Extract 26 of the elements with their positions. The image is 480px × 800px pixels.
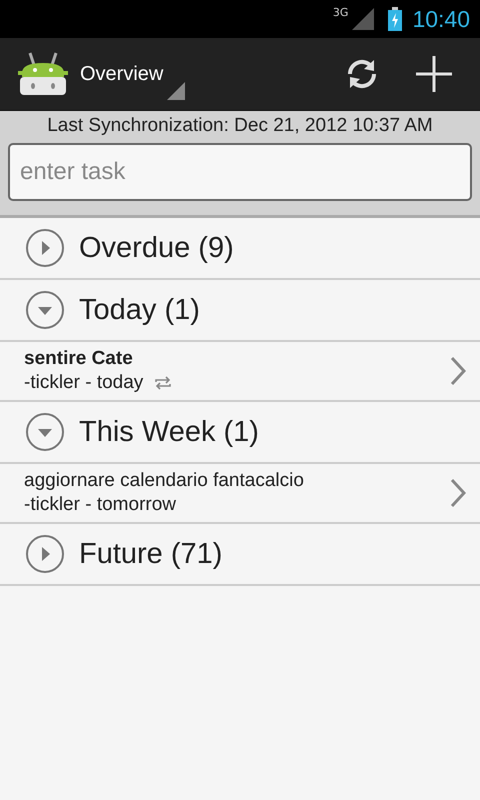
task-item[interactable]: aggiornare calendario fantacalcio -tickler - tomorrow [0,464,480,524]
sync-status: Last Synchronization: Dec 21, 2012 10:37 AM [47,115,433,137]
task-item[interactable]: sentire Cate -tickler - today [0,342,480,402]
battery-icon [388,7,402,31]
task-subtitle: -tickler - today [24,372,144,394]
section-header[interactable]: Overdue (9) [0,218,480,280]
network-type: 3G [332,6,348,19]
chevron-icon [450,356,466,386]
task-subtitle: -tickler - tomorrow [24,494,176,516]
app-menu-button[interactable]: Overview [18,44,186,104]
robot-icon [18,51,68,97]
section-header[interactable]: Future (71) [0,524,480,586]
section-header[interactable]: This Week (1) [0,402,480,464]
plus-icon [415,55,453,93]
expand-icon [25,534,65,574]
task-title: aggiornare calendario fantacalcio [24,470,305,492]
chevron-icon [450,478,466,508]
collapse-icon [25,412,65,452]
collapse-icon [25,290,65,330]
dropdown-corner-icon [167,82,186,100]
task-title: sentire Cate [24,348,134,370]
expand-icon [25,228,65,268]
signal-icon [352,8,374,30]
section-header[interactable]: Today (1) [0,280,480,342]
task-input-field[interactable]: enter task [8,143,472,201]
clock: 10:40 [412,6,470,32]
